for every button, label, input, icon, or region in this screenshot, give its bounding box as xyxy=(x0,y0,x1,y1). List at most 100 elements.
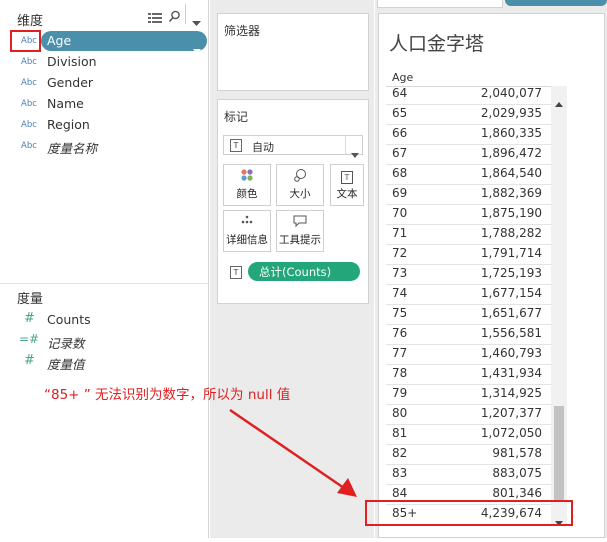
table-row: 72 1,791,714 xyxy=(389,244,549,264)
text-label: 文本 xyxy=(336,188,358,200)
count-cell: 1,431,934 xyxy=(480,366,542,380)
measure-counts[interactable]: # Counts xyxy=(0,310,209,331)
string-type-icon: Abc xyxy=(21,36,37,46)
age-cell: 73 xyxy=(392,266,408,280)
rows-pill-fragment xyxy=(505,0,607,6)
marks-card: 标记 T 自动 颜色 大小 T 文本 详细信息 工具提示 T 总计(Counts… xyxy=(217,99,369,304)
dimension-measure-names[interactable]: Abc 度量名称 xyxy=(0,136,209,157)
scrollbar-thumb[interactable] xyxy=(554,406,564,501)
count-cell: 1,882,369 xyxy=(480,186,542,200)
sheet-title: 人口金字塔 xyxy=(389,33,485,55)
age-cell: 64 xyxy=(392,86,408,100)
top-strip xyxy=(377,0,503,8)
count-cell: 2,029,935 xyxy=(480,106,542,120)
age-cell: 65 xyxy=(392,106,408,120)
age-cell: 75 xyxy=(392,306,408,320)
count-cell: 1,556,581 xyxy=(480,326,542,340)
scroll-up-icon[interactable] xyxy=(555,92,563,111)
field-name: Name xyxy=(47,96,84,111)
field-name: 度量值 xyxy=(47,357,85,372)
age-cell: 83 xyxy=(392,466,408,480)
color-dots-icon xyxy=(224,168,270,186)
number-type-icon: # xyxy=(24,353,35,368)
pill-label: 总计(Counts) xyxy=(259,265,332,279)
dropdown-icon[interactable] xyxy=(192,12,201,26)
count-cell: 883,075 xyxy=(492,466,542,480)
age-cell: 72 xyxy=(392,246,408,260)
string-type-icon: Abc xyxy=(21,78,37,88)
scrollbar-track[interactable] xyxy=(551,86,567,526)
dimension-division[interactable]: Abc Division xyxy=(0,52,209,73)
field-name: 度量名称 xyxy=(47,141,98,156)
field-name: Division xyxy=(47,54,97,69)
column-header: Age xyxy=(392,71,414,84)
dimension-gender[interactable]: Abc Gender xyxy=(0,73,209,94)
dimension-region[interactable]: Abc Region xyxy=(0,115,209,136)
field-name: Age xyxy=(47,33,72,48)
text-icon: T xyxy=(331,168,363,186)
age-cell: 69 xyxy=(392,186,408,200)
grid-view-icon[interactable] xyxy=(148,9,162,23)
count-cell: 1,875,190 xyxy=(480,206,542,220)
count-cell: 2,040,077 xyxy=(480,86,542,100)
field-name: Gender xyxy=(47,75,94,90)
size-icon xyxy=(277,168,323,186)
table-row: 80 1,207,377 xyxy=(389,404,549,424)
table-row: 65 2,029,935 xyxy=(389,104,549,124)
table-row: 71 1,788,282 xyxy=(389,224,549,244)
age-cell: 81 xyxy=(392,426,408,440)
age-cell: 74 xyxy=(392,286,408,300)
shelves-pane: 筛选器 标记 T 自动 颜色 大小 T 文本 详细信息 工具提示 T 总计(Co… xyxy=(210,0,374,538)
field-name: 记录数 xyxy=(47,336,85,351)
measure-values[interactable]: # 度量值 xyxy=(0,352,209,373)
field-name: Counts xyxy=(47,312,91,327)
age-cell: 70 xyxy=(392,206,408,220)
text-button[interactable]: T 文本 xyxy=(330,164,364,206)
filters-card[interactable]: 筛选器 xyxy=(217,13,369,91)
age-cell: 78 xyxy=(392,366,408,380)
count-cell: 1,207,377 xyxy=(480,406,542,420)
select-divider xyxy=(345,136,346,154)
chevron-down-icon[interactable] xyxy=(193,39,201,54)
data-pane: 维度 Abc Age Abc Division Abc Gender Abc N… xyxy=(0,0,209,538)
annotation-text: “85+ ” 无法识别为数字，所以为 null 值 xyxy=(44,387,291,403)
table-row: 82 981,578 xyxy=(389,444,549,464)
tooltip-button[interactable]: 工具提示 xyxy=(276,210,324,252)
dimension-name[interactable]: Abc Name xyxy=(0,94,209,115)
dimensions-header: 维度 xyxy=(17,14,44,29)
table-row: 70 1,875,190 xyxy=(389,204,549,224)
detail-label: 详细信息 xyxy=(226,234,268,246)
age-cell: 76 xyxy=(392,326,408,340)
search-icon[interactable] xyxy=(168,8,181,23)
highlight-box xyxy=(365,500,573,526)
text-mark-icon: T xyxy=(230,266,242,279)
mark-type-select[interactable]: T 自动 xyxy=(223,135,363,158)
table-row: 77 1,460,793 xyxy=(389,344,549,364)
age-cell: 77 xyxy=(392,346,408,360)
table-row: 81 1,072,050 xyxy=(389,424,549,444)
table-row: 83 883,075 xyxy=(389,464,549,484)
count-cell: 1,314,925 xyxy=(480,386,542,400)
toolbar-divider xyxy=(185,4,186,24)
pane-divider xyxy=(0,283,208,284)
count-cell: 1,788,282 xyxy=(480,226,542,240)
size-button[interactable]: 大小 xyxy=(276,164,324,206)
table-row: 67 1,896,472 xyxy=(389,144,549,164)
table-row: 74 1,677,154 xyxy=(389,284,549,304)
age-cell: 71 xyxy=(392,226,408,240)
age-cell: 82 xyxy=(392,446,408,460)
tooltip-label: 工具提示 xyxy=(279,234,321,246)
field-name: Region xyxy=(47,117,90,132)
detail-button[interactable]: 详细信息 xyxy=(223,210,271,252)
table-row: 68 1,864,540 xyxy=(389,164,549,184)
string-type-icon: Abc xyxy=(21,141,37,151)
color-button[interactable]: 颜色 xyxy=(223,164,271,206)
count-cell: 1,791,714 xyxy=(480,246,542,260)
table-row: 73 1,725,193 xyxy=(389,264,549,284)
age-cell: 68 xyxy=(392,166,408,180)
tooltip-icon xyxy=(277,214,323,232)
sum-counts-pill[interactable]: 总计(Counts) xyxy=(248,262,360,281)
measure-record-count[interactable]: =# 记录数 xyxy=(0,331,209,352)
dimension-age[interactable]: Abc Age xyxy=(0,30,209,54)
age-cell: 80 xyxy=(392,406,408,420)
